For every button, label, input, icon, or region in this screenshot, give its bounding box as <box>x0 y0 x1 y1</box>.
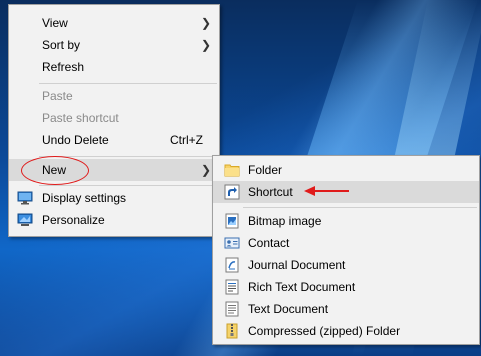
submenu-item-label: Compressed (zipped) Folder <box>248 324 401 338</box>
submenu-item-compressed-folder[interactable]: Compressed (zipped) Folder <box>213 320 479 342</box>
journal-icon <box>224 257 240 273</box>
desktop-context-menu: View ❯ Sort by ❯ Refresh Paste Paste sho… <box>8 4 220 237</box>
submenu-item-label: Folder <box>248 163 283 177</box>
menu-item-display-settings[interactable]: Display settings <box>9 187 219 209</box>
text-document-icon <box>224 301 240 317</box>
menu-item-label: Display settings <box>42 191 127 205</box>
zip-folder-icon <box>224 323 240 339</box>
personalize-icon <box>17 212 33 228</box>
submenu-item-label: Journal Document <box>248 258 346 272</box>
rich-text-icon <box>224 279 240 295</box>
folder-icon <box>224 162 240 178</box>
submenu-item-text-document[interactable]: Text Document <box>213 298 479 320</box>
menu-item-personalize[interactable]: Personalize <box>9 209 219 231</box>
menu-separator <box>39 185 217 186</box>
menu-item-label: Personalize <box>42 213 105 227</box>
submenu-item-bitmap-image[interactable]: Bitmap image <box>213 210 479 232</box>
submenu-item-label: Rich Text Document <box>248 280 356 294</box>
menu-item-label: View <box>42 16 68 30</box>
new-submenu: Folder Shortcut Bitmap image Contact Jou… <box>212 155 480 345</box>
chevron-right-icon: ❯ <box>200 38 211 52</box>
menu-item-undo-delete[interactable]: Undo Delete Ctrl+Z <box>9 129 219 151</box>
menu-separator <box>39 83 217 84</box>
display-icon <box>17 190 33 206</box>
menu-item-label: Refresh <box>42 60 85 74</box>
submenu-item-label: Bitmap image <box>248 214 322 228</box>
submenu-item-rich-text-document[interactable]: Rich Text Document <box>213 276 479 298</box>
shortcut-icon <box>224 184 240 200</box>
menu-item-view[interactable]: View ❯ <box>9 12 219 34</box>
chevron-right-icon: ❯ <box>200 16 211 30</box>
menu-item-sort-by[interactable]: Sort by ❯ <box>9 34 219 56</box>
submenu-item-folder[interactable]: Folder <box>213 159 479 181</box>
menu-separator <box>243 207 477 208</box>
annotation-highlight-ellipse <box>21 156 89 185</box>
menu-item-label: Undo Delete <box>42 133 109 147</box>
menu-item-label: Paste shortcut <box>42 111 119 125</box>
menu-item-paste-shortcut: Paste shortcut <box>9 107 219 129</box>
submenu-item-label: Contact <box>248 236 290 250</box>
menu-item-label: Paste <box>42 89 73 103</box>
menu-item-label: Sort by <box>42 38 81 52</box>
annotation-arrow-icon <box>304 186 349 196</box>
keyboard-shortcut: Ctrl+Z <box>170 133 203 147</box>
menu-item-paste: Paste <box>9 85 219 107</box>
submenu-item-label: Text Document <box>248 302 329 316</box>
menu-item-refresh[interactable]: Refresh <box>9 56 219 78</box>
chevron-right-icon: ❯ <box>200 163 211 177</box>
submenu-item-label: Shortcut <box>248 185 293 199</box>
bitmap-icon <box>224 213 240 229</box>
contact-icon <box>224 235 240 251</box>
submenu-item-contact[interactable]: Contact <box>213 232 479 254</box>
submenu-item-journal-document[interactable]: Journal Document <box>213 254 479 276</box>
